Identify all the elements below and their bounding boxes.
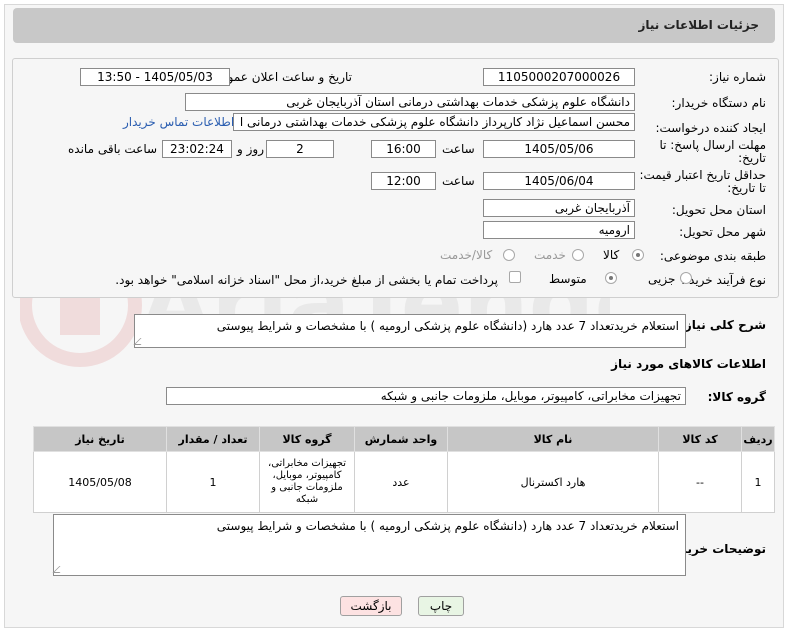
resize-handle-icon[interactable] — [52, 566, 67, 573]
description-textarea[interactable]: استعلام خریدتعداد 7 عدد هارد (دانشگاه عل… — [133, 314, 686, 348]
province-field[interactable]: آذربایجان غربی — [483, 199, 635, 217]
deadline-date-field[interactable]: 1405/05/06 — [483, 140, 635, 158]
validity-date-field[interactable]: 1405/06/04 — [483, 172, 635, 190]
cell-unit: عدد — [354, 451, 448, 513]
deadline-time-field[interactable]: 16:00 — [371, 140, 436, 158]
requester-field[interactable]: محسن اسماعیل نژاد کارپرداز دانشگاه علوم … — [233, 113, 635, 131]
col-name: نام کالا — [447, 426, 659, 452]
buyer-notes-text: استعلام خریدتعداد 7 عدد هارد (دانشگاه عل… — [216, 519, 679, 533]
deadline-label-line2: تاریخ: — [738, 151, 766, 165]
table-row: 1 -- هارد اکسترنال عدد تجهیزات مخابراتی،… — [33, 451, 775, 513]
buyer-org-field[interactable]: دانشگاه علوم پزشکی خدمات بهداشتی درمانی … — [185, 93, 635, 111]
category-option-service: خدمت — [534, 248, 566, 262]
col-group: گروه کالا — [259, 426, 355, 452]
process-label: نوع فرآیند خرید : — [681, 273, 766, 287]
requester-label: ایجاد کننده درخواست: — [655, 121, 766, 135]
time-remaining-label: ساعت باقی مانده — [68, 142, 158, 156]
page-title: جزئیات اطلاعات نیاز — [638, 18, 759, 32]
time-remaining-field[interactable]: 23:02:24 — [162, 140, 232, 158]
goods-table-header: ردیف کد کالا نام کالا واحد شمارش گروه کا… — [33, 426, 775, 452]
category-option-goods-service: کالا/خدمت — [440, 248, 493, 262]
resize-handle-icon[interactable] — [133, 338, 148, 345]
deadline-label-line1: مهلت ارسال پاسخ: تا — [659, 138, 766, 152]
category-radio-goods[interactable] — [632, 249, 644, 261]
goods-table: ردیف کد کالا نام کالا واحد شمارش گروه کا… — [33, 426, 775, 513]
goods-group-label: گروه کالا: — [707, 390, 766, 404]
cell-code: -- — [658, 451, 742, 513]
goods-group-field[interactable]: تجهیزات مخابراتی، کامپیوتر، موبایل، ملزو… — [166, 387, 686, 405]
cell-name: هارد اکسترنال — [447, 451, 659, 513]
category-label: طبقه بندی موضوعی: — [659, 249, 766, 263]
treasury-payment-note: پرداخت تمام یا بخشی از مبلغ خرید،از محل … — [115, 273, 498, 287]
validity-time-field[interactable]: 12:00 — [371, 172, 436, 190]
description-text: استعلام خریدتعداد 7 عدد هارد (دانشگاه عل… — [216, 319, 679, 333]
process-radio-minor[interactable] — [680, 272, 692, 284]
days-remaining-field[interactable]: 2 — [266, 140, 334, 158]
buyer-notes-textarea[interactable]: استعلام خریدتعداد 7 عدد هارد (دانشگاه عل… — [52, 514, 686, 576]
goods-section-title: اطلاعات کالاهای مورد نیاز — [611, 357, 766, 371]
print-button[interactable]: چاپ — [418, 596, 464, 616]
cell-row: 1 — [741, 451, 775, 513]
back-button[interactable]: بازگشت — [340, 596, 402, 616]
process-option-minor: جزیی — [648, 272, 676, 286]
page-header: جزئیات اطلاعات نیاز — [13, 8, 775, 43]
province-label: استان محل تحویل: — [671, 203, 766, 217]
category-radio-service[interactable] — [572, 249, 584, 261]
cell-date: 1405/05/08 — [33, 451, 167, 513]
col-row: ردیف — [741, 426, 775, 452]
validity-time-label: ساعت — [442, 174, 475, 188]
process-option-medium: متوسط — [549, 272, 587, 286]
category-option-goods: کالا — [603, 248, 620, 262]
validity-label-line2: تا تاریخ: — [727, 181, 766, 195]
buyer-contact-link[interactable]: اطلاعات تماس خریدار — [123, 115, 234, 129]
col-code: کد کالا — [658, 426, 742, 452]
col-qty: تعداد / مقدار — [166, 426, 260, 452]
treasury-payment-checkbox[interactable] — [509, 271, 521, 283]
process-radio-medium[interactable] — [605, 272, 617, 284]
description-label: شرح کلی نیاز: — [680, 318, 766, 332]
deadline-time-label: ساعت — [442, 142, 475, 156]
col-date: تاریخ نیاز — [33, 426, 167, 452]
city-label: شهر محل تحویل: — [679, 225, 766, 239]
validity-label-line1: حداقل تاریخ اعتبار قیمت: — [639, 168, 766, 182]
days-label: روز و — [237, 142, 264, 156]
buyer-org-label: نام دستگاه خریدار: — [671, 96, 767, 110]
cell-group: تجهیزات مخابراتی، کامپیوتر، موبایل، ملزو… — [259, 451, 355, 513]
need-number-field[interactable]: 1105000207000026 — [483, 68, 635, 86]
cell-qty: 1 — [166, 451, 260, 513]
category-radio-goods-service[interactable] — [503, 249, 515, 261]
need-number-label: شماره نیاز: — [709, 70, 766, 84]
col-unit: واحد شمارش — [354, 426, 448, 452]
announce-datetime-field[interactable]: 1405/05/03 - 13:50 — [80, 68, 230, 86]
city-field[interactable]: ارومیه — [483, 221, 635, 239]
